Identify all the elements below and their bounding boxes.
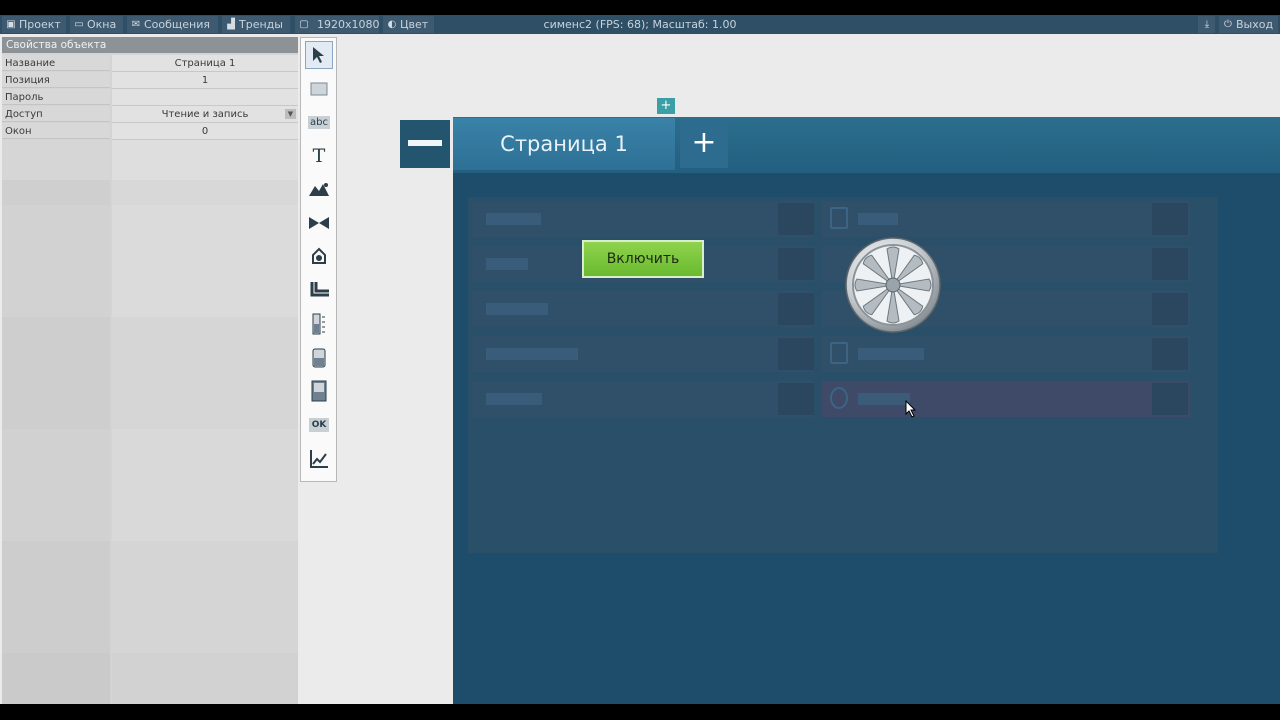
property-name: Пароль — [2, 89, 110, 105]
list-item — [472, 291, 814, 327]
page-tab[interactable]: Страница 1 — [453, 118, 675, 170]
messages-icon: ✉ — [131, 19, 141, 30]
row-action-button[interactable] — [1152, 293, 1188, 325]
row-action-button[interactable] — [778, 248, 814, 280]
property-row-password[interactable]: Пароль — [2, 89, 298, 106]
properties-panel: Свойства объекта Название Страница 1 Поз… — [2, 37, 298, 704]
gauge-tool[interactable] — [305, 310, 333, 338]
ok-button-icon: OK — [308, 418, 330, 432]
list-item — [472, 201, 814, 237]
enable-button[interactable]: Включить — [582, 240, 704, 278]
row-action-button[interactable] — [778, 338, 814, 370]
enable-button-label: Включить — [584, 242, 702, 276]
image-tool[interactable] — [305, 175, 333, 203]
row-action-button[interactable] — [778, 293, 814, 325]
list-item — [822, 381, 1190, 417]
pointer-icon — [313, 47, 324, 63]
row-action-button[interactable] — [1152, 338, 1188, 370]
pump-icon — [312, 247, 326, 264]
row-action-button[interactable] — [778, 203, 814, 235]
row-action-button[interactable] — [1152, 248, 1188, 280]
collapse-menu-button[interactable] — [400, 120, 450, 168]
resolution-icon: ▢ — [299, 19, 309, 30]
text-icon: T — [312, 145, 326, 167]
rectangle-tool[interactable] — [305, 75, 333, 103]
page-tab-label: Страница 1 — [500, 132, 628, 156]
row-action-button[interactable] — [1152, 203, 1188, 235]
trends-icon: ▟ — [227, 19, 235, 30]
menu-color[interactable]: ◐ Цвет — [383, 16, 434, 33]
pointer-tool[interactable] — [305, 41, 333, 69]
gauge-icon — [312, 313, 325, 335]
valve-tool[interactable] — [305, 209, 333, 237]
menu-messages[interactable]: ✉ Сообщения — [127, 16, 218, 33]
pump-tool[interactable] — [305, 243, 333, 271]
ok-button-tool[interactable]: OK — [305, 411, 333, 439]
tank-tool[interactable] — [305, 344, 333, 372]
list-item — [822, 336, 1190, 372]
top-black-strip — [0, 0, 1280, 15]
exit-button[interactable]: ⏻ Выход — [1219, 16, 1278, 33]
property-empty-area — [2, 140, 298, 180]
add-page-button[interactable]: + — [680, 120, 728, 168]
property-name: Окон — [2, 123, 110, 139]
row-action-button[interactable] — [778, 383, 814, 415]
power-icon: ⏻ — [1224, 19, 1232, 30]
tank-icon — [312, 348, 326, 368]
rectangle-icon — [310, 82, 328, 96]
mouse-cursor-icon — [905, 400, 917, 418]
download-icon: ⤓ — [1204, 19, 1210, 30]
color-icon: ◐ — [387, 19, 397, 30]
property-value[interactable]: 0 — [112, 123, 298, 140]
property-value[interactable]: Страница 1 — [112, 55, 298, 72]
list-item — [472, 336, 814, 372]
trend-tool[interactable] — [305, 445, 333, 473]
property-value[interactable]: Чтение и запись ▼ — [112, 106, 298, 123]
panel-icon — [311, 380, 327, 402]
property-name: Название — [2, 55, 110, 71]
menu-trends[interactable]: ▟ Тренды — [222, 16, 290, 33]
add-page-small-button[interactable]: + — [657, 98, 675, 114]
chevron-down-icon[interactable]: ▼ — [285, 109, 296, 119]
property-row-windows[interactable]: Окон 0 — [2, 123, 298, 140]
menu-windows[interactable]: ▭ Окна — [70, 16, 123, 33]
list-item — [822, 201, 1190, 237]
property-value[interactable] — [112, 89, 298, 106]
menu-resolution[interactable]: ▢ 1920x1080 — [295, 16, 379, 33]
label-tool[interactable]: abc — [305, 108, 333, 136]
property-name: Доступ — [2, 106, 110, 122]
property-row-access[interactable]: Доступ Чтение и запись ▼ — [2, 106, 298, 123]
pipe-icon — [310, 282, 329, 297]
valve-icon — [309, 217, 329, 229]
panel-tool[interactable] — [305, 377, 333, 405]
bottom-black-strip — [0, 704, 1280, 720]
menu-project[interactable]: ▣ Проект — [2, 16, 66, 33]
property-name: Позиция — [2, 72, 110, 88]
fan-icon[interactable] — [843, 235, 943, 335]
download-button[interactable]: ⤓ — [1198, 16, 1215, 33]
properties-title: Свойства объекта — [2, 37, 298, 53]
property-row-position[interactable]: Позиция 1 — [2, 72, 298, 89]
status-text: сименс2 (FPS: 68); Масштаб: 1.00 — [543, 18, 737, 31]
trend-chart-icon — [310, 450, 328, 468]
label-abc-icon: abc — [308, 115, 330, 129]
image-icon — [309, 183, 329, 196]
access-select-value[interactable]: Чтение и запись — [162, 109, 249, 120]
project-icon: ▣ — [6, 19, 16, 30]
list-item — [472, 381, 814, 417]
text-tool[interactable]: T — [305, 142, 333, 170]
row-action-button[interactable] — [1152, 383, 1188, 415]
property-value[interactable]: 1 — [112, 72, 298, 89]
minus-icon — [408, 140, 442, 146]
property-row-name[interactable]: Название Страница 1 — [2, 55, 298, 72]
tools-palette: abc T OK — [300, 37, 337, 482]
windows-icon: ▭ — [74, 19, 84, 30]
pipe-tool[interactable] — [305, 277, 333, 305]
